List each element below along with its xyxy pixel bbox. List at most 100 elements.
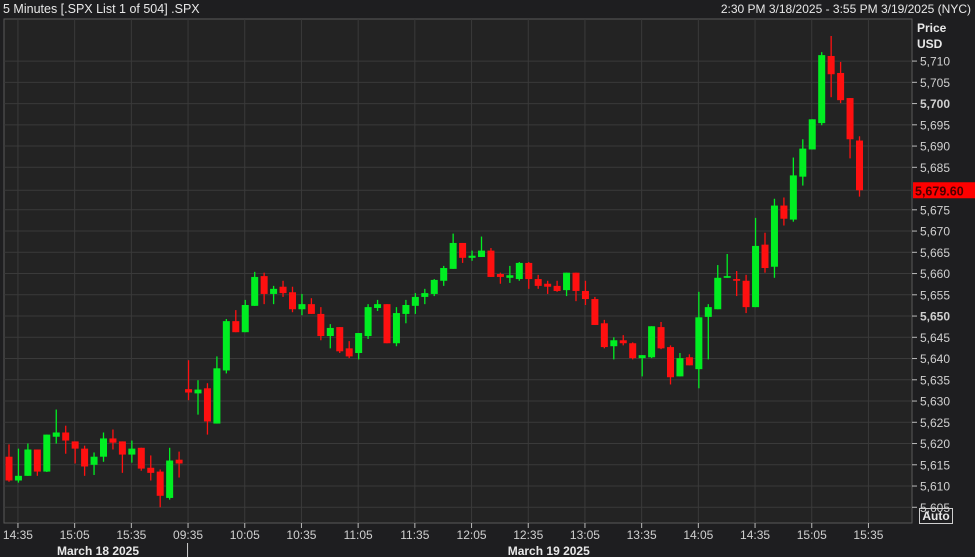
candle-up <box>251 271 259 306</box>
candle-up <box>222 319 230 374</box>
x-tick-label: 11:05 <box>344 528 373 542</box>
y-tick-label: 5,650 <box>920 310 950 324</box>
candle-body <box>147 467 155 473</box>
auto-scale-button[interactable]: Auto <box>919 508 953 524</box>
candle-body <box>534 279 542 286</box>
candle-down <box>629 342 637 360</box>
candle-body <box>629 343 637 359</box>
candle-body <box>100 438 107 457</box>
y-axis-title: Price <box>917 21 947 35</box>
candle-body <box>714 277 722 310</box>
x-tick-label: 12:35 <box>513 528 543 542</box>
candle-body <box>241 304 249 333</box>
candle-body <box>364 307 372 337</box>
candle-body <box>742 280 750 308</box>
candle-body <box>402 304 410 314</box>
candle-body <box>752 245 760 308</box>
candle-body <box>581 290 589 300</box>
candle-body <box>185 389 193 393</box>
candle-body <box>421 293 429 297</box>
y-tick-label: 5,610 <box>920 480 950 494</box>
y-tick-label: 5,640 <box>920 352 950 366</box>
candle-down <box>856 136 863 197</box>
y-tick-label: 5,615 <box>920 458 950 472</box>
candle-body <box>71 441 79 449</box>
candlestick-chart: 5,710 5,705 5,700 5,695 5,690 5,685 5,675 5,670… <box>3 18 975 557</box>
y-tick-label: 5,685 <box>920 161 950 175</box>
candle-body <box>600 323 608 348</box>
x-tick-label: 13:05 <box>570 528 600 542</box>
candle-body <box>827 55 835 75</box>
candle-body <box>685 357 693 366</box>
x-tick-label: 15:35 <box>853 528 883 542</box>
x-tick-label: 13:35 <box>627 528 657 542</box>
candle-up <box>43 434 51 473</box>
candle-body <box>33 449 41 472</box>
candle-body <box>837 72 845 101</box>
candle-body <box>279 286 287 294</box>
candle-body <box>733 279 741 281</box>
candle-body <box>440 268 448 281</box>
candle-body <box>52 432 60 437</box>
candle-body <box>487 250 495 277</box>
candle-body <box>610 340 618 347</box>
candle-body <box>270 288 278 294</box>
candle-down <box>600 319 608 349</box>
candle-body <box>525 262 533 280</box>
plot-area[interactable] <box>3 18 913 524</box>
candle-up <box>515 262 523 281</box>
candle-body <box>355 333 363 354</box>
candle-body <box>374 304 382 308</box>
candle-body <box>808 119 816 150</box>
candle-body <box>289 292 296 310</box>
x-tick-label: 15:35 <box>116 528 146 542</box>
candle-body <box>118 441 126 455</box>
candle-body <box>317 313 325 337</box>
y-tick-label: 5,705 <box>920 76 950 90</box>
candle-body <box>515 262 523 280</box>
x-tick-label: 14:35 <box>740 528 770 542</box>
y-tick-label: 5,660 <box>920 267 950 281</box>
candle-body <box>194 389 202 394</box>
candle-body <box>156 471 164 496</box>
candle-body <box>799 148 807 177</box>
y-tick-label: 5,710 <box>920 55 950 69</box>
x-tick-label: 15:05 <box>60 528 90 542</box>
candle-body <box>506 275 514 278</box>
x-axis: 14:35 15:05 15:35 09:35 10:05 10:35 11:05 11:35… <box>3 523 884 557</box>
candle-up <box>648 326 656 359</box>
y-tick-label: 5,670 <box>920 225 950 239</box>
candle-body <box>260 276 268 294</box>
candle-body <box>175 459 183 464</box>
x-tick-label: 15:05 <box>797 528 827 542</box>
candle-body <box>5 456 13 481</box>
candle-body <box>24 449 32 476</box>
y-tick-label: 5,645 <box>920 331 950 345</box>
x-tick-label: 09:35 <box>173 528 203 542</box>
candle-body <box>81 448 89 467</box>
candle-body <box>336 327 344 352</box>
candle-body <box>723 276 731 278</box>
x-tick-label: 10:05 <box>230 528 260 542</box>
y-tick-label: 5,675 <box>920 203 950 217</box>
candle-down <box>336 327 344 354</box>
y-tick-label: 5,630 <box>920 395 950 409</box>
x-tick-label: 10:35 <box>286 528 316 542</box>
candle-body <box>90 456 98 465</box>
candle-body <box>222 321 230 371</box>
candle-body <box>383 304 391 344</box>
y-tick-label: 5,655 <box>920 288 950 302</box>
candle-body <box>572 272 580 291</box>
candle-down <box>487 248 495 277</box>
candle-body <box>307 304 315 314</box>
candle-body <box>166 460 174 498</box>
candle-up <box>430 279 438 297</box>
candle-body <box>591 299 599 325</box>
candle-body <box>657 327 665 349</box>
candle-up <box>818 52 826 126</box>
candle-body <box>496 273 504 277</box>
y-tick-label: 5,625 <box>920 416 950 430</box>
candle-body <box>392 313 400 344</box>
candle-body <box>411 296 419 306</box>
last-price-label: 5,679.60 <box>915 184 964 198</box>
